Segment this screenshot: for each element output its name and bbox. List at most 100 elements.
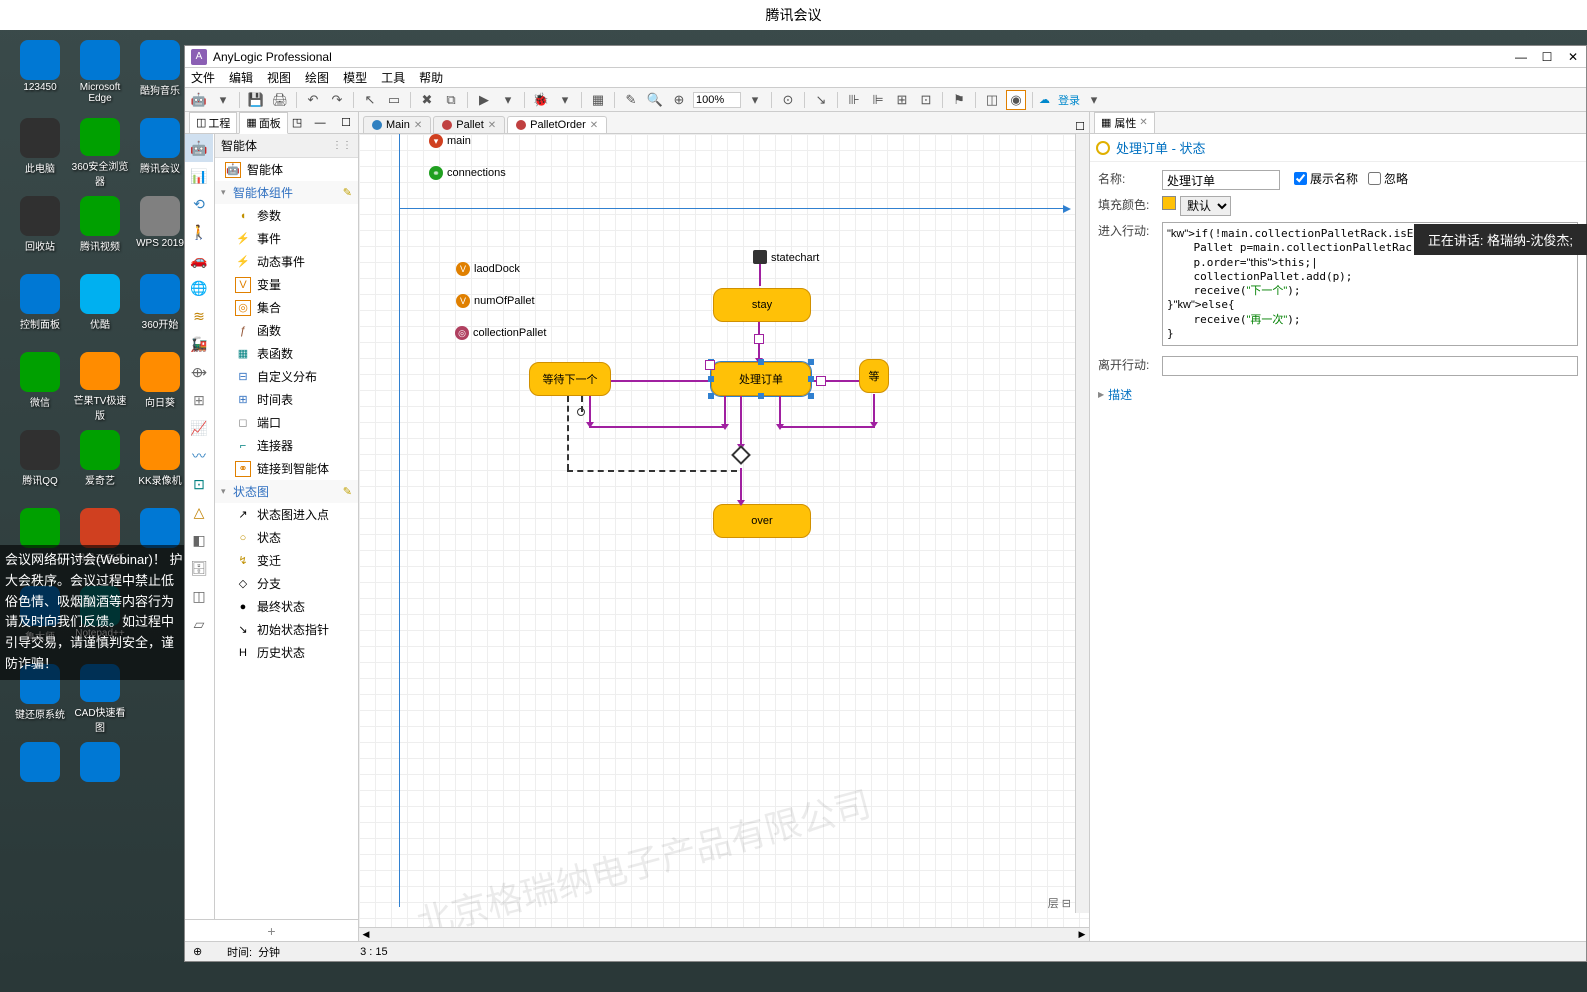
tab-pallet[interactable]: Pallet✕ [433, 116, 505, 133]
flag-icon[interactable]: ⚑ [949, 90, 969, 110]
selection-icon[interactable]: ▭ [384, 90, 404, 110]
redo-icon[interactable]: ↷ [327, 90, 347, 110]
maximize-button[interactable]: ☐ [1540, 50, 1554, 64]
variable-item[interactable]: ◎collectionPallet [455, 326, 546, 340]
desktop-icon[interactable] [70, 742, 130, 812]
palette-cat-ped-icon[interactable]: 🚶 [185, 218, 213, 246]
palette-item[interactable]: ↯变迁 [215, 549, 358, 572]
palette-item[interactable]: ▦表函数 [215, 342, 358, 365]
transition-source[interactable] [577, 408, 585, 416]
desktop-icon[interactable]: 回收站 [10, 196, 70, 266]
palette-cat-stats-icon[interactable]: 📈 [185, 414, 213, 442]
exit-action-field[interactable] [1162, 356, 1578, 376]
menu-file[interactable]: 文件 [191, 69, 215, 86]
palette-cat-sd-icon[interactable]: ⟲ [185, 190, 213, 218]
vertical-scrollbar[interactable] [1075, 134, 1089, 913]
palette-cat-process-icon[interactable]: ⟴ [185, 358, 213, 386]
add-pane-button[interactable]: + [185, 919, 358, 941]
palette-cat-car-icon[interactable]: 🚗 [185, 246, 213, 274]
selection-handle[interactable] [808, 376, 814, 382]
palette-item-agent[interactable]: 🤖 智能体 [215, 158, 358, 181]
desktop-icon[interactable]: Microsoft Edge [70, 40, 130, 110]
close-button[interactable]: ✕ [1566, 50, 1580, 64]
search-icon[interactable]: 🔍 [645, 90, 665, 110]
transition[interactable] [589, 426, 725, 428]
dropdown-icon[interactable]: ▾ [213, 90, 233, 110]
debug-icon[interactable]: 🐞 [531, 90, 551, 110]
show-name-checkbox[interactable]: 展示名称 [1294, 170, 1358, 187]
login-dropdown-icon[interactable]: ▾ [1084, 90, 1104, 110]
save-icon[interactable]: 💾 [246, 90, 266, 110]
tab-palletorder[interactable]: PalletOrder✕ [507, 116, 607, 133]
palette-cat-chart-icon[interactable]: 📊 [185, 162, 213, 190]
palette-cat-material-icon[interactable]: ⊞ [185, 386, 213, 414]
palette-item[interactable]: ●最终状态 [215, 595, 358, 618]
connections-object[interactable]: ⚭ connections [429, 166, 506, 180]
print-icon[interactable]: 🖨 [270, 90, 290, 110]
transition[interactable] [740, 468, 742, 504]
palette-item[interactable]: H历史状态 [215, 641, 358, 664]
tab-project[interactable]: ◫工程 [189, 112, 237, 134]
desktop-icon[interactable]: 控制面板 [10, 274, 70, 344]
pointer-icon[interactable]: ↖ [360, 90, 380, 110]
main-object[interactable]: ▾ main [429, 134, 471, 148]
desktop-icon[interactable]: 腾讯QQ [10, 430, 70, 500]
palette-item[interactable]: ↗状态图进入点 [215, 503, 358, 526]
variable-item[interactable]: VnumOfPallet [456, 294, 535, 308]
desktop-icon[interactable]: 向日葵 [130, 352, 190, 422]
transition[interactable] [611, 380, 711, 382]
close-tab-icon[interactable]: ✕ [590, 120, 598, 131]
desktop-icon[interactable]: 此电脑 [10, 118, 70, 188]
palette-section-statechart[interactable]: ▾ 状态图 ✎ [215, 480, 358, 503]
zoom-field[interactable] [693, 92, 741, 108]
canvas-layers-button[interactable]: 层 ⊟ [1048, 895, 1071, 911]
state-stay[interactable]: stay [713, 288, 811, 322]
maximize-editor-icon[interactable]: ☐ [1075, 120, 1085, 133]
transition-port[interactable] [754, 334, 764, 344]
minimize-pane-icon[interactable]: — [312, 117, 329, 129]
transition-port[interactable] [816, 376, 826, 386]
zoom-fit-icon[interactable]: ⊙ [778, 90, 798, 110]
desktop-icon[interactable]: 优酷 [70, 274, 130, 344]
transition[interactable] [873, 394, 875, 426]
new-agent-icon[interactable]: 🤖 [189, 90, 209, 110]
description-section[interactable]: ▶ 描述 [1098, 382, 1578, 407]
selection-handle[interactable] [808, 359, 814, 365]
palette-cat-controls-icon[interactable]: ⊡ [185, 470, 213, 498]
desktop-icon[interactable]: 360开始 [130, 274, 190, 344]
tab-properties[interactable]: ▦ 属性 ✕ [1094, 112, 1155, 134]
branch-decision[interactable] [731, 445, 751, 465]
transition[interactable] [567, 396, 569, 470]
palette-item[interactable]: ◇分支 [215, 572, 358, 595]
scroll-left-icon[interactable]: ◀ [359, 928, 373, 942]
desktop-icon[interactable]: 123450 [10, 40, 70, 110]
palette-item[interactable]: ↘初始状态指针 [215, 618, 358, 641]
target-icon[interactable]: ◉ [1006, 90, 1026, 110]
debug-dropdown-icon[interactable]: ▾ [555, 90, 575, 110]
palette-item[interactable]: ◖参数 [215, 204, 358, 227]
edit-icon[interactable]: ✎ [343, 485, 352, 498]
fill-color-select[interactable]: 默认 [1180, 196, 1231, 216]
menu-help[interactable]: 帮助 [419, 69, 443, 86]
palette-cat-fluid-icon[interactable]: ≋ [185, 302, 213, 330]
desktop-icon[interactable]: 爱奇艺 [70, 430, 130, 500]
palette-cat-misc1-icon[interactable]: ◫ [185, 582, 213, 610]
desktop-icon[interactable]: 微信 [10, 352, 70, 422]
state-等待下一个[interactable]: 等待下一个 [529, 362, 611, 396]
horizontal-scrollbar[interactable]: ◀ ▶ [359, 927, 1089, 941]
selection-handle[interactable] [708, 393, 714, 399]
palette-cat-plot-icon[interactable]: 〰 [185, 442, 213, 470]
palette-item[interactable]: ○状态 [215, 526, 358, 549]
maximize-pane-icon[interactable]: ☐ [338, 116, 354, 129]
palette-cat-misc2-icon[interactable]: ▱ [185, 610, 213, 638]
menu-edit[interactable]: 编辑 [229, 69, 253, 86]
palette-item[interactable]: V变量 [215, 273, 358, 296]
palette-cat-shapes-icon[interactable]: △ [185, 498, 213, 526]
statechart-entry[interactable] [753, 250, 767, 264]
menu-view[interactable]: 视图 [267, 69, 291, 86]
menu-tools[interactable]: 工具 [381, 69, 405, 86]
close-tab-icon[interactable]: ✕ [414, 120, 422, 131]
palette-cat-3d-icon[interactable]: ◧ [185, 526, 213, 554]
distribute-icon[interactable]: ⊞ [892, 90, 912, 110]
palette-item[interactable]: ⊞时间表 [215, 388, 358, 411]
